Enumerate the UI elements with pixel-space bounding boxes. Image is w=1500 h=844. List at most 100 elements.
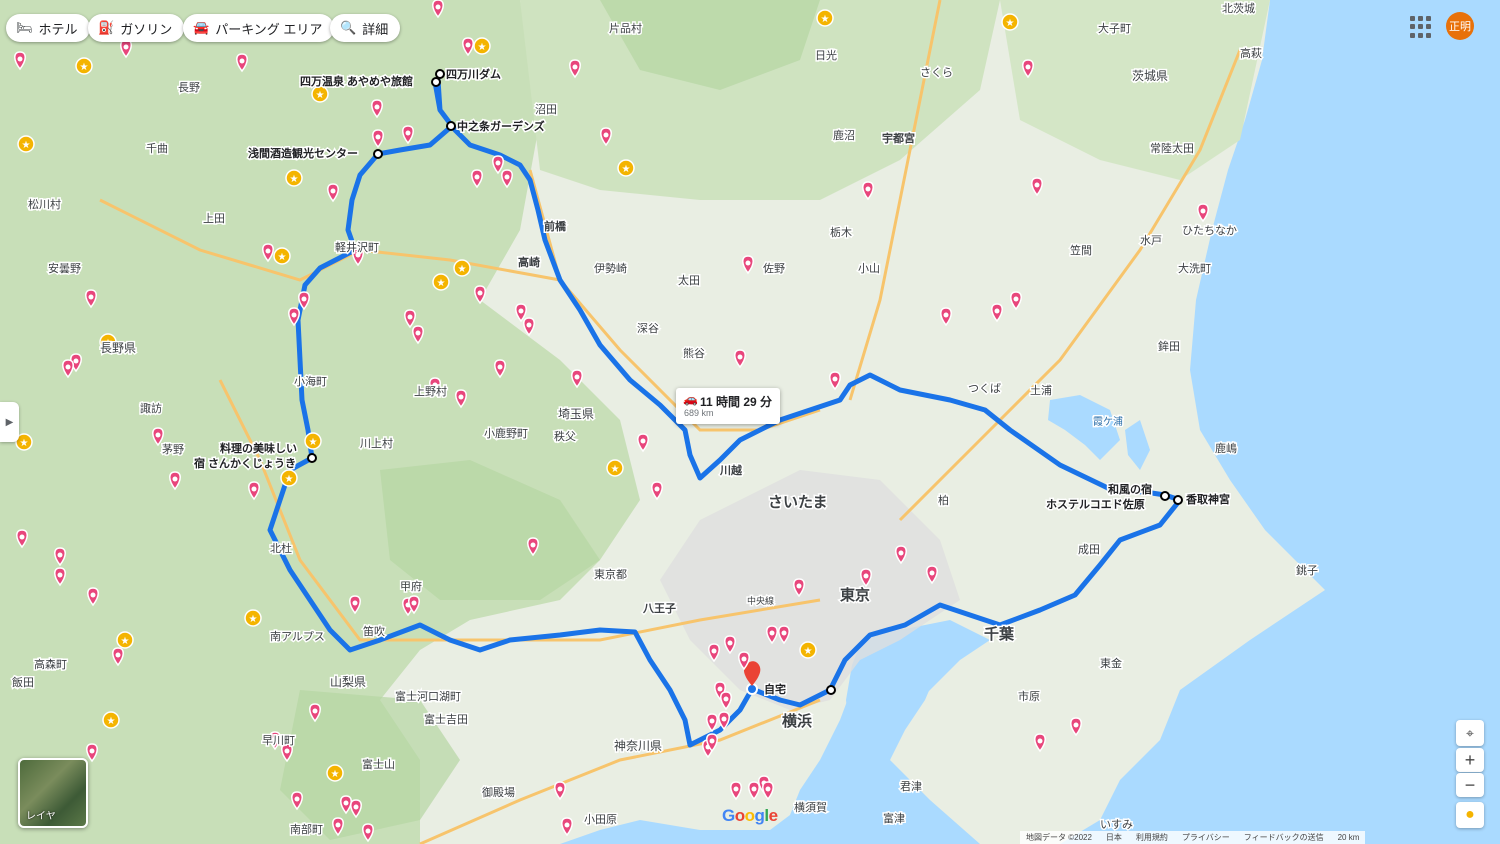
poi-pin-dot <box>365 828 371 834</box>
zoom-in-button[interactable]: + <box>1456 748 1484 772</box>
poi-pin-dot <box>504 174 510 180</box>
poi-pin-dot <box>352 600 358 606</box>
label-gotemba: 御殿場 <box>482 785 515 799</box>
more-chip[interactable]: 🔍 詳細 <box>330 14 401 42</box>
parking-chip-label: パーキング エリア <box>215 21 323 37</box>
poi-pin-dot <box>898 550 904 556</box>
waypoint-wafu <box>1160 491 1170 501</box>
label-fujiyoshida: 富士吉田 <box>424 712 468 726</box>
poi-pin-dot <box>465 42 471 48</box>
label-chichibu: 秩父 <box>554 430 576 443</box>
avatar-initials: 正明 <box>1449 21 1471 33</box>
label-chikuma: 千曲 <box>146 142 168 155</box>
plus-icon: + <box>1464 749 1476 770</box>
label-azumino: 安曇野 <box>48 261 81 275</box>
label-kimitsu: 君津 <box>900 780 922 793</box>
star-glyph: ★ <box>290 174 299 185</box>
poi-pin-dot <box>994 308 1000 314</box>
label-hitachinaka: ひたちなか <box>1182 224 1237 237</box>
poi-pin-dot <box>717 686 723 692</box>
avatar[interactable]: 正明 <box>1446 12 1474 40</box>
map-data-credit: 地図データ ©2022 <box>1026 833 1092 842</box>
waypoint-label-wafu[interactable]: 和風の宿 <box>1107 481 1154 498</box>
waypoint-label-asama[interactable]: 浅間酒造観光センター <box>247 145 360 162</box>
poi-pin-dot <box>477 290 483 296</box>
label-kofu: 甲府 <box>400 579 422 593</box>
poi-pin-dot <box>865 186 871 192</box>
label-numata: 沼田 <box>535 102 557 116</box>
expand-panel-button[interactable]: ▶ <box>0 402 19 442</box>
my-location-button[interactable]: ⌖ <box>1456 720 1484 746</box>
map-footer: 地図データ ©2022 日本 利用規約 プライバシー フィードバックの送信 20… <box>1020 831 1366 844</box>
search-icon: 🔍 <box>340 20 357 35</box>
waypoint-label-sankaku2[interactable]: 宿 さんかくじょうき <box>193 455 298 472</box>
poi-pin-dot <box>769 630 775 636</box>
label-sano: 佐野 <box>763 261 785 275</box>
poi-pin-dot <box>57 572 63 578</box>
label-tochigi: 栃木 <box>830 225 852 239</box>
star-glyph: ★ <box>331 769 340 780</box>
label-kumagaya: 熊谷 <box>683 346 705 360</box>
label-hokota: 鉾田 <box>1158 339 1180 353</box>
poi-pin-dot <box>335 822 341 828</box>
poi-pin-dot <box>251 486 257 492</box>
label-iida: 飯田 <box>12 675 34 689</box>
poi-pin-dot <box>929 570 935 576</box>
label-kashima: 鹿嶋 <box>1215 441 1237 455</box>
zoom-out-button[interactable]: − <box>1456 773 1484 797</box>
waypoint-label-sawara[interactable]: ホステルコエド佐原 <box>1045 496 1147 513</box>
poi-pin-dot <box>407 314 413 320</box>
poi-pin-dot <box>640 438 646 444</box>
label-tsukuba: つくば <box>968 382 1001 395</box>
waypoint-label-shimaonsen[interactable]: 四万温泉 あやめや旅館 <box>299 73 415 90</box>
footer-japan-link[interactable]: 日本 <box>1106 832 1122 843</box>
label-yamanashiken: 山梨県 <box>330 675 366 689</box>
label-ichihara: 市原 <box>1018 689 1040 703</box>
star-glyph: ★ <box>611 464 620 475</box>
poi-pin-dot <box>458 394 464 400</box>
route-distance: 689 km <box>684 408 714 418</box>
label-togane: 東金 <box>1100 656 1122 670</box>
poi-pin-dot <box>89 748 95 754</box>
poi-pin-dot <box>284 748 290 754</box>
route-info-box[interactable]: 🚗 11 時間 29 分 689 km <box>676 388 780 424</box>
poi-pin-dot <box>172 476 178 482</box>
poi-pin-dot <box>863 573 869 579</box>
gas-chip-label: ガソリン <box>120 21 173 37</box>
poi-pin-dot <box>654 486 660 492</box>
poi-pin-dot <box>415 330 421 336</box>
street-view-pegman[interactable]: ● <box>1456 802 1484 828</box>
label-takahagi: 高萩 <box>1240 46 1262 60</box>
label-matsumoto: 松川村 <box>28 197 61 211</box>
label-katashina: 片品村 <box>609 21 642 35</box>
waypoint-label-shimadam[interactable]: 四万川ダム <box>445 66 503 83</box>
waypoint-shimaonsen <box>431 77 441 87</box>
label-saitamaken: 埼玉県 <box>558 407 594 421</box>
label-choshi: 銚子 <box>1296 563 1318 577</box>
label-okutama: 東京都 <box>594 567 627 581</box>
scale-bar[interactable]: 20 km <box>1338 833 1360 842</box>
footer-feedback-link[interactable]: フィードバックの送信 <box>1244 832 1324 843</box>
waypoint-label-sankaku1[interactable]: 料理の美味しい <box>219 440 299 457</box>
waypoint-nakanojo <box>446 121 456 131</box>
label-sakura: さくら <box>920 66 953 79</box>
gas-chip[interactable]: ⛽ ガソリン <box>88 14 185 42</box>
apps-grid-icon[interactable] <box>1410 16 1432 38</box>
label-suwa: 諏訪 <box>140 401 162 415</box>
poi-pin-dot <box>19 534 25 540</box>
hotel-chip[interactable]: 🛏 ホテル <box>6 14 90 42</box>
poi-pin-dot <box>474 174 480 180</box>
poi-pin-dot <box>723 696 729 702</box>
poi-pin-dot <box>497 364 503 370</box>
poi-pin-dot <box>832 376 838 382</box>
waypoint-yokohama <box>826 685 836 695</box>
waypoint-label-nakanojo[interactable]: 中之条ガーデンズ <box>456 118 547 135</box>
waypoint-label-katori[interactable]: 香取神宮 <box>1184 491 1232 508</box>
waypoint-label-home[interactable]: 自宅 <box>763 681 788 698</box>
footer-privacy-link[interactable]: プライバシー <box>1182 832 1230 843</box>
layers-button[interactable]: レイヤ <box>18 758 88 828</box>
footer-terms-link[interactable]: 利用規約 <box>1136 832 1168 843</box>
poi-pin-dot <box>711 648 717 654</box>
poi-pin-dot <box>603 132 609 138</box>
parking-chip[interactable]: 🚘 パーキング エリア <box>183 14 335 42</box>
